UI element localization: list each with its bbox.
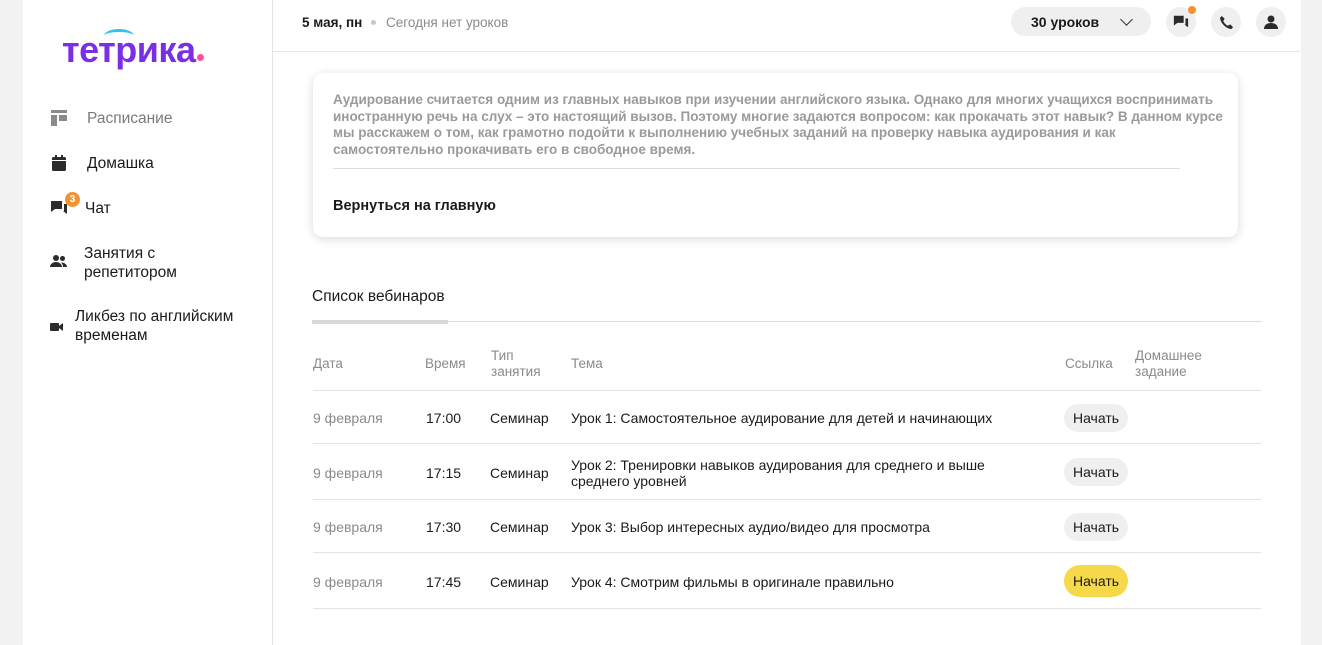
start-button-primary[interactable]: Начать bbox=[1064, 565, 1128, 597]
table-header: Дата Время Тип занятия Тема Ссылка Домаш… bbox=[313, 340, 1261, 391]
course-description-card: Аудирование считается одним из главных н… bbox=[313, 73, 1238, 237]
sidebar-nav: Расписание Домашка 3 Чат Занятия с репет… bbox=[50, 109, 260, 345]
column-header-topic: Тема bbox=[571, 356, 603, 371]
app-window: тетрика Расписание Домашка 3 Чат Занятия… bbox=[23, 0, 1301, 645]
chat-icon bbox=[1173, 15, 1189, 28]
column-header-homework: Домашнее задание bbox=[1135, 348, 1202, 379]
sidebar-item-label: Домашка bbox=[87, 155, 154, 172]
video-icon bbox=[50, 319, 70, 339]
messages-button[interactable] bbox=[1166, 6, 1196, 37]
tab-webinars[interactable]: Список вебинаров bbox=[312, 288, 448, 324]
table-row: 9 февраля 17:00 Семинар Урок 1: Самостоя… bbox=[313, 391, 1261, 444]
row-time: 17:00 bbox=[426, 410, 462, 426]
notification-dot bbox=[1188, 6, 1196, 14]
profile-button[interactable] bbox=[1256, 7, 1286, 37]
active-tab-indicator bbox=[312, 320, 448, 324]
row-date: 9 февраля bbox=[313, 410, 383, 426]
row-date: 9 февраля bbox=[313, 465, 383, 481]
call-button[interactable] bbox=[1211, 7, 1241, 37]
sidebar-item-label: Чат bbox=[85, 200, 111, 217]
table-row: 9 февраля 17:30 Семинар Урок 3: Выбор ин… bbox=[313, 500, 1261, 553]
row-type: Семинар bbox=[490, 410, 549, 426]
sidebar-item-label: Ликбез по английским временам bbox=[75, 308, 234, 344]
table-row: 9 февраля 17:15 Семинар Урок 2: Трениров… bbox=[313, 444, 1261, 500]
tabs-bar: Список вебинаров bbox=[312, 288, 1262, 324]
tab-label: Список вебинаров bbox=[312, 288, 445, 305]
sidebar-item-label: Расписание bbox=[87, 110, 173, 127]
lessons-dropdown-button[interactable]: 30 уроков bbox=[1011, 7, 1151, 36]
row-date: 9 февраля bbox=[313, 574, 383, 590]
row-type: Семинар bbox=[490, 574, 549, 590]
sidebar-item-homework[interactable]: Домашка bbox=[50, 154, 260, 173]
course-description: Аудирование считается одним из главных н… bbox=[333, 92, 1223, 157]
top-bar: 5 мая, пн Сегодня нет уроков 30 уроков bbox=[273, 0, 1301, 52]
row-topic: Урок 4: Смотрим фильмы в оригинале прави… bbox=[571, 574, 894, 590]
row-date: 9 февраля bbox=[313, 519, 383, 535]
column-header-type: Тип занятия bbox=[491, 348, 541, 379]
sidebar: тетрика Расписание Домашка 3 Чат Занятия… bbox=[23, 0, 273, 645]
row-topic: Урок 2: Тренировки навыков аудирования д… bbox=[571, 457, 985, 489]
back-to-home-link[interactable]: Вернуться на главную bbox=[333, 198, 496, 214]
separator-dot bbox=[371, 20, 376, 25]
start-button[interactable]: Начать bbox=[1064, 404, 1128, 432]
table-row: 9 февраля 17:45 Семинар Урок 4: Смотрим … bbox=[313, 553, 1261, 609]
tetrika-logo[interactable]: тетрика bbox=[62, 26, 205, 74]
row-topic: Урок 3: Выбор интересных аудио/видео для… bbox=[571, 519, 930, 535]
start-button[interactable]: Начать bbox=[1064, 458, 1128, 486]
row-time: 17:15 bbox=[426, 465, 462, 481]
lessons-count-label: 30 уроков bbox=[1031, 13, 1100, 30]
row-topic: Урок 1: Самостоятельное аудирование для … bbox=[571, 410, 993, 426]
people-icon bbox=[50, 254, 70, 274]
calendar-icon bbox=[50, 154, 70, 174]
chevron-down-icon bbox=[1120, 13, 1133, 26]
chat-icon: 3 bbox=[50, 192, 80, 219]
sidebar-item-schedule[interactable]: Расписание bbox=[50, 109, 260, 128]
lessons-status: Сегодня нет уроков bbox=[386, 15, 509, 30]
row-type: Семинар bbox=[490, 465, 549, 481]
row-type: Семинар bbox=[490, 519, 549, 535]
phone-icon bbox=[1219, 15, 1233, 29]
divider bbox=[333, 168, 1180, 169]
sidebar-item-label: Занятия с репетитором bbox=[84, 245, 177, 281]
sidebar-item-tutor-lessons[interactable]: Занятия с репетитором bbox=[50, 244, 260, 282]
start-button[interactable]: Начать bbox=[1064, 513, 1128, 541]
chat-unread-badge: 3 bbox=[65, 192, 80, 207]
row-time: 17:30 bbox=[426, 519, 462, 535]
current-date: 5 мая, пн bbox=[302, 15, 363, 30]
column-header-time: Время bbox=[425, 356, 466, 371]
sidebar-item-english-tenses[interactable]: Ликбез по английским временам bbox=[50, 307, 260, 345]
logo-arc bbox=[104, 29, 134, 43]
schedule-icon bbox=[50, 109, 70, 129]
column-header-date: Дата bbox=[313, 356, 343, 371]
user-icon bbox=[1264, 15, 1278, 29]
logo-dot bbox=[197, 53, 205, 61]
sidebar-item-chat[interactable]: 3 Чат bbox=[50, 192, 260, 219]
webinars-table: Дата Время Тип занятия Тема Ссылка Домаш… bbox=[313, 340, 1261, 609]
column-header-link: Ссылка bbox=[1065, 356, 1113, 371]
row-time: 17:45 bbox=[426, 574, 462, 590]
